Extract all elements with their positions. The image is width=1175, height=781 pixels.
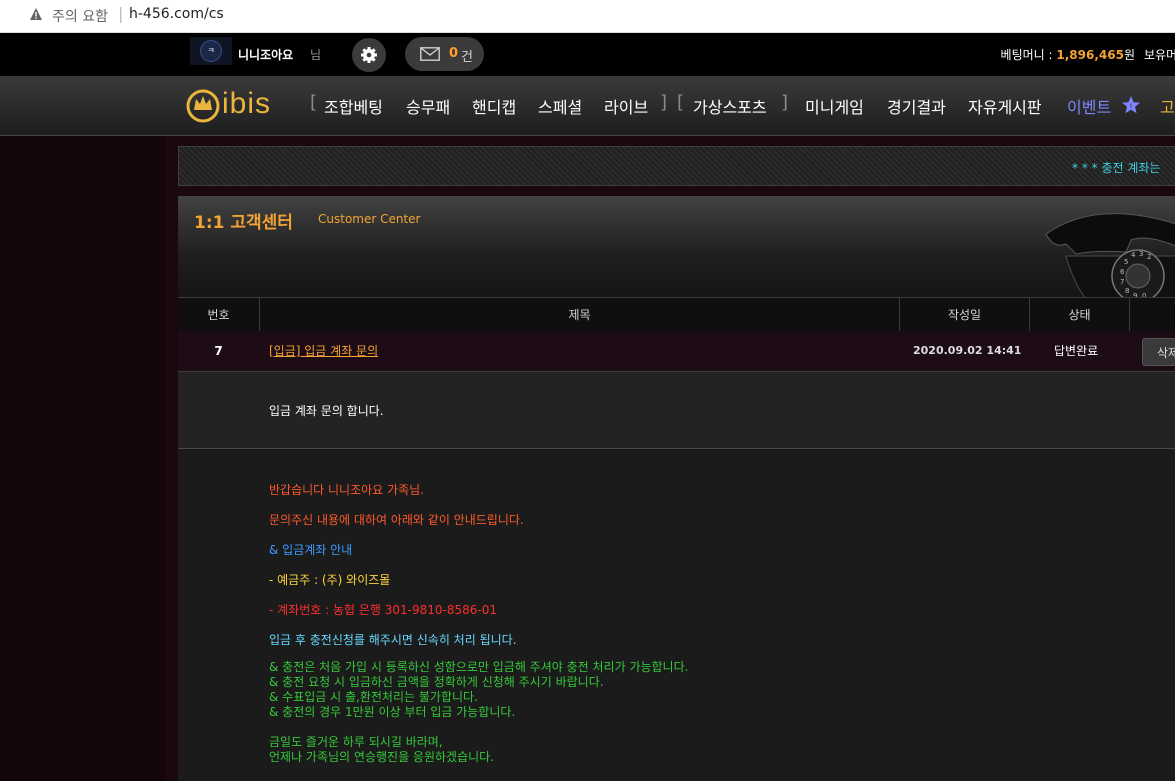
answer-rule: & 수표입금 시 출,환전처리는 불가합니다.	[269, 690, 478, 704]
logo-text: ibis	[222, 87, 272, 120]
nav-item-combo-bet[interactable]: 조합베팅	[324, 94, 383, 118]
username: 니니조아요	[238, 48, 294, 62]
svg-text:6: 6	[1120, 268, 1125, 276]
security-warning-label[interactable]: 주의 요함	[52, 6, 108, 26]
nav-item-live[interactable]: 라이브	[604, 94, 648, 118]
svg-text:8: 8	[1125, 287, 1129, 295]
answer-greeting: 반갑습니다 니니조아요 가족님.	[269, 483, 424, 497]
table-header: 번호 제목 작성일 상태	[178, 297, 1175, 332]
level-badge-icon: ㅋ	[200, 40, 222, 62]
row-number: 7	[214, 344, 223, 358]
svg-text:4: 4	[1131, 251, 1136, 259]
money-label: 베팅머니 :	[1000, 48, 1057, 62]
user-bar	[0, 33, 1175, 76]
row-date: 2020.09.02 14:41	[913, 344, 1022, 357]
address-divider: |	[118, 4, 124, 23]
delete-button[interactable]: 삭제	[1142, 338, 1175, 366]
header-title: 제목	[260, 298, 900, 332]
page-subtitle: Customer Center	[318, 212, 421, 226]
answer-rule: & 충전 요청 시 입금하신 금액을 정확하게 신청해 주시기 바랍니다.	[269, 675, 604, 689]
left-side-panel	[0, 136, 165, 781]
nav-item-mini-game[interactable]: 미니게임	[805, 94, 864, 118]
question-text: 입금 계좌 문의 합니다.	[269, 404, 384, 418]
settings-button[interactable]	[352, 38, 386, 72]
telephone-icon: 432 567 89 0	[1045, 213, 1175, 297]
url-text[interactable]: h-456.com/cs	[129, 6, 224, 22]
crown-icon	[186, 89, 220, 123]
money-unit: 원	[1123, 48, 1135, 62]
table-row[interactable]: 7 [입금] 입금 계좌 문의 2020.09.02 14:41 답변완료 삭제	[178, 331, 1175, 372]
nav-item-win-draw-lose[interactable]: 승무패	[406, 94, 450, 118]
svg-text:5: 5	[1124, 258, 1128, 266]
browser-address-bar[interactable]: 주의 요함 | h-456.com/cs	[0, 0, 1175, 33]
header-date: 작성일	[900, 298, 1030, 332]
level-badge: ㅋ	[190, 37, 232, 65]
answer-closing-line: 금일도 즐거운 하루 되시길 바라며,	[269, 735, 443, 749]
page-title: 1:1 고객센터	[194, 213, 293, 233]
svg-text:3: 3	[1139, 250, 1143, 258]
message-unit: 건	[461, 50, 473, 65]
betting-money: 베팅머니 : 1,896,465원	[1001, 46, 1135, 63]
answer-after: 입금 후 충전신청를 해주시면 신속히 처리 됩니다.	[269, 633, 517, 647]
gear-icon	[361, 47, 377, 63]
row-title-link[interactable]: [입금] 입금 계좌 문의	[269, 331, 378, 371]
envelope-icon	[420, 47, 440, 61]
username-suffix: 님	[310, 48, 322, 62]
customer-center-banner: 1:1 고객센터 Customer Center 432 567 890	[178, 196, 1175, 297]
nav-item-virtual-sports[interactable]: 가상스포츠	[693, 94, 767, 118]
answer-holder: - 예금주 : (주) 와이즈몰	[269, 573, 391, 587]
site-logo[interactable]: ibis	[186, 84, 286, 128]
star-icon: !	[1122, 96, 1140, 114]
nav-bracket-open-2: [	[677, 92, 685, 113]
answer-rule: & 충전의 경우 1만원 이상 부터 입금 가능합니다.	[269, 705, 516, 719]
answer-box: 반갑습니다 니니조아요 가족님. 문의주신 내용에 대하여 아래와 같이 안내드…	[178, 449, 1175, 781]
answer-rules: & 충전은 처음 가입 시 등록하신 성함으로만 입금해 주셔야 충전 처리가 …	[269, 660, 688, 720]
notice-text: * * * 충전 계좌는	[1072, 161, 1161, 175]
svg-text:!: !	[1130, 103, 1133, 111]
message-count: 0	[449, 46, 459, 61]
question-box: 입금 계좌 문의 합니다.	[178, 372, 1175, 449]
answer-closing-line: 언제나 가족님의 연승행진을 응원하겠습니다.	[269, 750, 495, 764]
header-status: 상태	[1030, 298, 1130, 332]
answer-closing: 금일도 즐거운 하루 되시길 바라며, 언제나 가족님의 연승행진을 응원하겠습…	[269, 735, 494, 765]
nav-item-handicap[interactable]: 핸디캡	[472, 94, 516, 118]
notice-ticker: * * * 충전 계좌는	[178, 146, 1175, 186]
nav-item-customer-center[interactable]: 고	[1160, 94, 1175, 118]
nav-item-special[interactable]: 스페셜	[538, 94, 582, 118]
answer-rule: & 충전은 처음 가입 시 등록하신 성함으로만 입금해 주셔야 충전 처리가 …	[269, 660, 689, 674]
nav-bracket-close: ]	[660, 92, 668, 113]
answer-account: - 계좌번호 : 농협 은행 301-9810-8586-01	[269, 603, 498, 617]
holding-money-label: 보유머	[1144, 48, 1175, 62]
header-number: 번호	[178, 298, 260, 332]
warning-icon	[30, 8, 42, 20]
svg-text:7: 7	[1120, 278, 1124, 286]
nav-item-event[interactable]: 이벤트	[1067, 94, 1111, 118]
nav-bracket-close-2: ]	[781, 92, 789, 113]
answer-intro: 문의주신 내용에 대하여 아래와 같이 안내드립니다.	[269, 513, 524, 527]
answer-section: & 입금계좌 안내	[269, 543, 353, 557]
row-status: 답변완료	[1054, 344, 1099, 358]
nav-item-results[interactable]: 경기결과	[887, 94, 946, 118]
nav-item-free-board[interactable]: 자유게시판	[968, 94, 1042, 118]
messages-button[interactable]: 0 건	[405, 37, 484, 71]
money-value: 1,896,465	[1056, 48, 1124, 62]
svg-text:2: 2	[1147, 253, 1151, 261]
nav-bracket-open: [	[310, 92, 318, 113]
